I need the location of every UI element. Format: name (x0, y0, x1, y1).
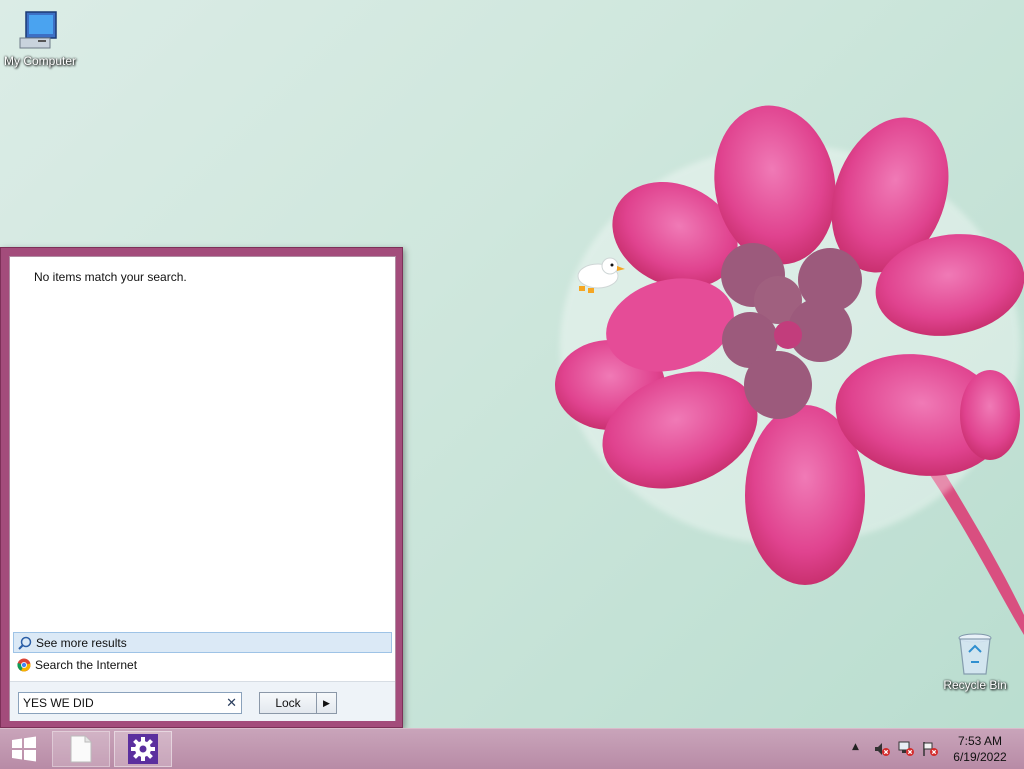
start-menu-panel: No items match your search. See more res… (9, 256, 396, 721)
start-menu-footer: ✕ Lock ▶ (10, 681, 395, 721)
taskbar-item-document[interactable] (52, 731, 110, 767)
desktop-icon-my-computer[interactable]: My Computer (0, 10, 80, 68)
search-box: ✕ (18, 692, 242, 714)
blank-document-icon (70, 735, 92, 763)
see-more-results-label: See more results (36, 635, 127, 650)
action-center-flag-icon[interactable] (922, 741, 938, 757)
network-error-icon[interactable] (898, 741, 914, 757)
gear-icon (128, 734, 158, 764)
start-button[interactable] (4, 733, 44, 765)
chrome-icon (17, 658, 31, 671)
speaker-muted-icon[interactable] (874, 741, 890, 757)
desktop-duck-pet[interactable] (574, 254, 626, 300)
taskbar-clock[interactable]: 7:53 AM 6/19/2022 (946, 733, 1014, 765)
power-options-arrow[interactable]: ▶ (317, 692, 337, 714)
show-hidden-icons-arrow[interactable]: ▲ (852, 742, 862, 758)
see-more-results-item[interactable]: See more results (13, 632, 392, 653)
clock-time: 7:53 AM (957, 734, 1003, 748)
taskbar-item-settings[interactable] (114, 731, 172, 767)
lock-button[interactable]: Lock (259, 692, 317, 714)
desktop-icon-recycle-bin[interactable]: Recycle Bin (935, 632, 1015, 692)
no-results-message: No items match your search. (34, 270, 187, 284)
clock-date: 6/19/2022 (953, 750, 1007, 764)
windows-logo-icon (12, 736, 36, 762)
wallpaper-flower (555, 105, 1024, 635)
desktop-icon-label: My Computer (3, 54, 77, 68)
search-internet-label: Search the Internet (35, 657, 138, 672)
search-input[interactable] (19, 695, 215, 711)
clear-search-icon[interactable]: ✕ (226, 696, 237, 711)
desktop-icon-label: Recycle Bin (943, 678, 1007, 692)
recycle-bin-icon (958, 633, 992, 675)
taskbar: ▲ 7:53 AM 6/19/2022 (0, 728, 1024, 769)
start-menu: No items match your search. See more res… (0, 247, 403, 728)
power-button-group: Lock ▶ (259, 692, 337, 714)
search-icon (18, 636, 32, 650)
computer-icon (19, 11, 57, 49)
search-internet-item[interactable]: Search the Internet (13, 654, 392, 675)
